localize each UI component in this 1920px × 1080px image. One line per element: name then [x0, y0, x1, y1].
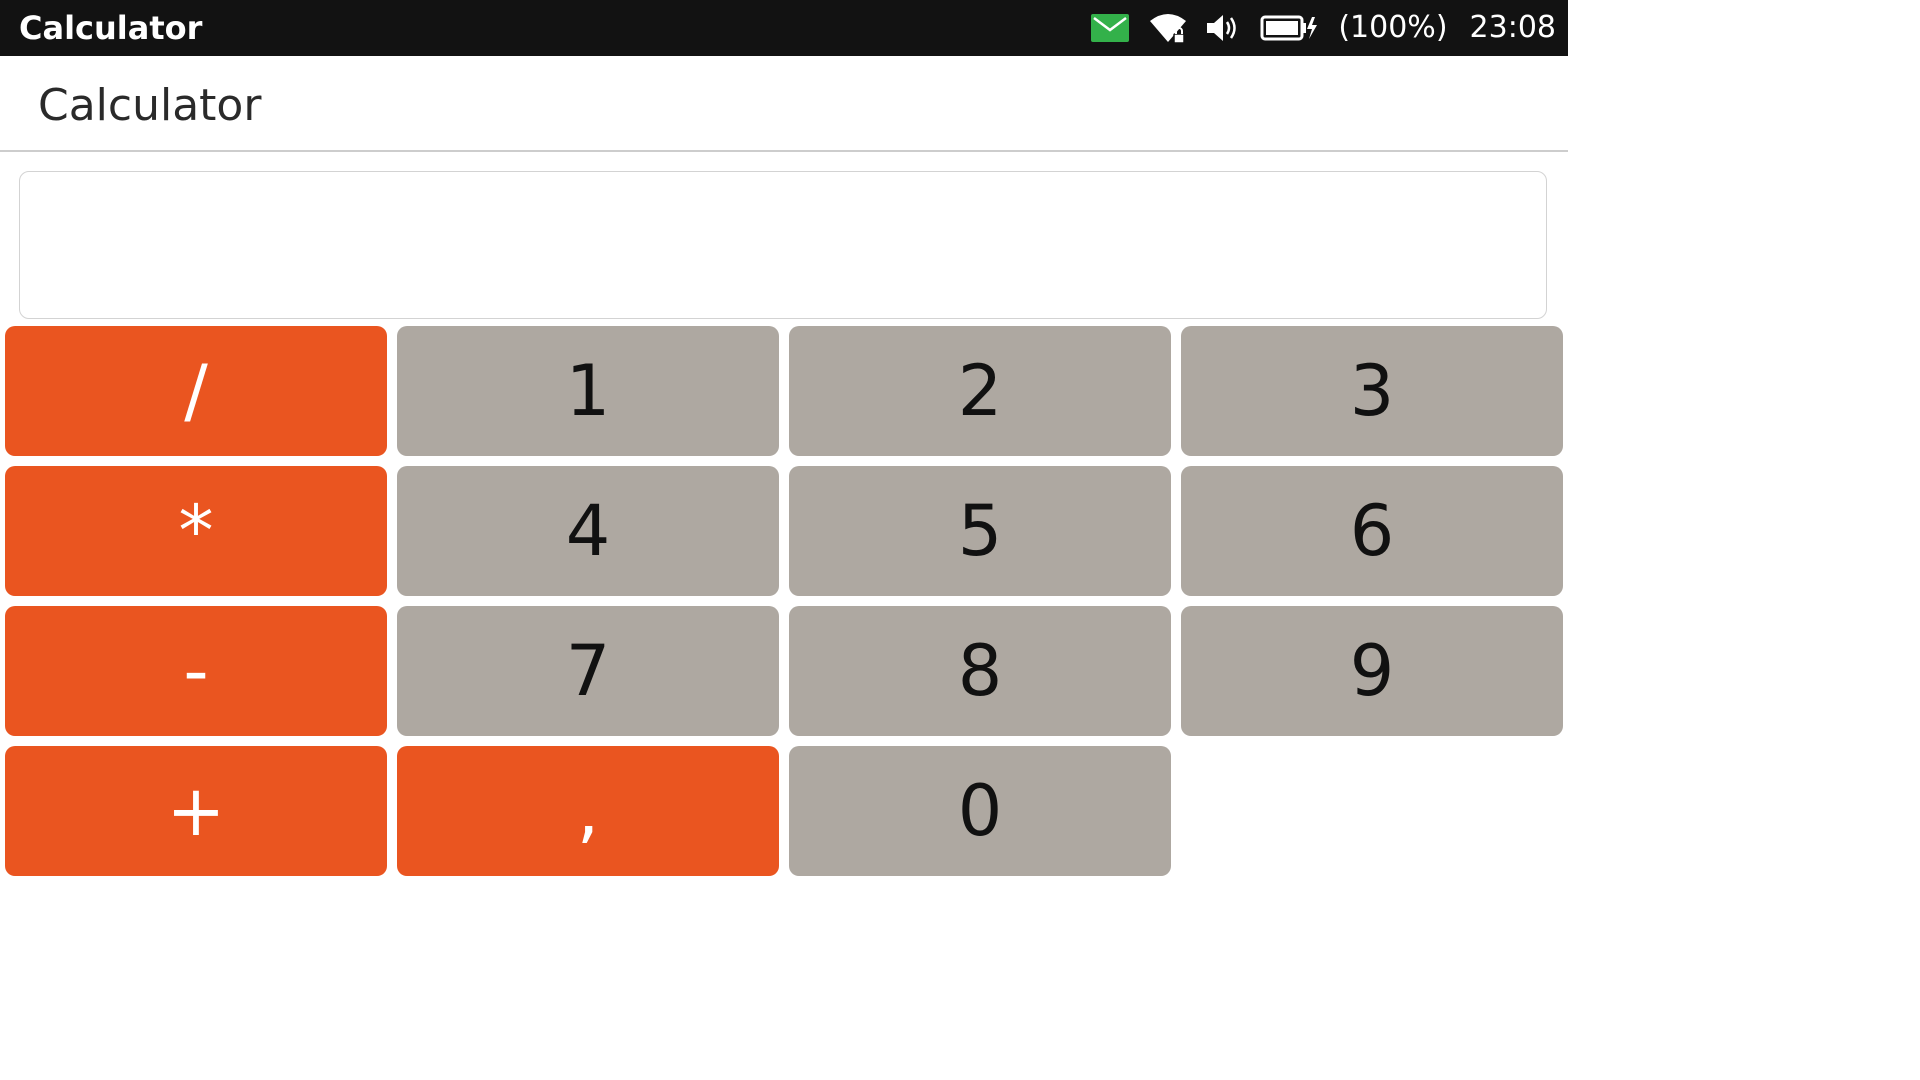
- digit-7-button[interactable]: 7: [397, 606, 779, 736]
- clock[interactable]: 23:08: [1470, 0, 1556, 56]
- digit-2-button[interactable]: 2: [789, 326, 1171, 456]
- digit-8-button[interactable]: 8: [789, 606, 1171, 736]
- digit-0-button[interactable]: 0: [789, 746, 1171, 876]
- divide-button[interactable]: /: [5, 326, 387, 456]
- subtract-button[interactable]: -: [5, 606, 387, 736]
- battery-charging-icon[interactable]: [1260, 14, 1318, 42]
- multiply-button[interactable]: *: [5, 466, 387, 596]
- page-header: Calculator: [0, 56, 1568, 152]
- wifi-locked-icon[interactable]: [1148, 11, 1188, 45]
- digit-3-button[interactable]: 3: [1181, 326, 1563, 456]
- battery-percentage: (100%): [1338, 10, 1448, 45]
- calculator-display[interactable]: [19, 171, 1547, 319]
- digit-6-button[interactable]: 6: [1181, 466, 1563, 596]
- mail-icon[interactable]: [1090, 14, 1130, 42]
- status-bar-app-title: Calculator: [19, 9, 203, 47]
- digit-4-button[interactable]: 4: [397, 466, 779, 596]
- keypad: / 1 2 3 * 4 5 6 - 7 8 9 + , 0: [5, 326, 1563, 877]
- digit-1-button[interactable]: 1: [397, 326, 779, 456]
- add-button[interactable]: +: [5, 746, 387, 876]
- digit-9-button[interactable]: 9: [1181, 606, 1563, 736]
- comma-button[interactable]: ,: [397, 746, 779, 876]
- digit-5-button[interactable]: 5: [789, 466, 1171, 596]
- status-bar: Calculator (100%) 23:08: [0, 0, 1568, 56]
- page-title: Calculator: [38, 80, 262, 131]
- volume-icon[interactable]: [1204, 12, 1240, 44]
- status-indicators[interactable]: (100%) 23:08: [1090, 0, 1556, 56]
